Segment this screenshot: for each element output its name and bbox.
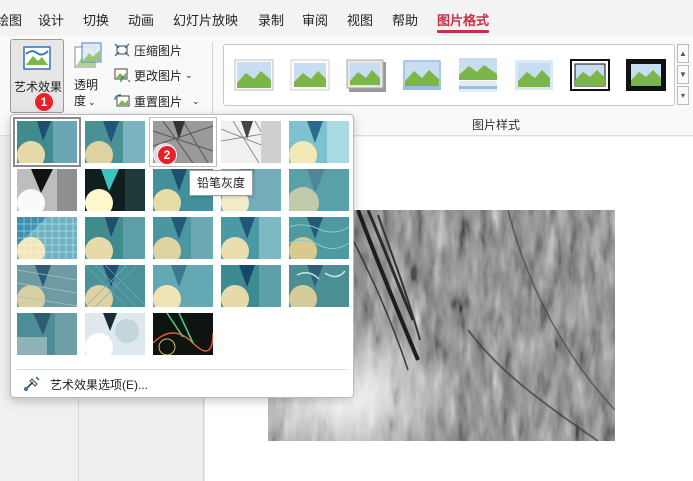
effect-tooltip: 铅笔灰度 [189,170,254,196]
change-picture-button[interactable]: 更改图片 ⌄ [114,65,193,85]
effect-none[interactable] [13,117,81,167]
effect-pencil-sketch[interactable] [221,121,281,163]
effect-line-drawing[interactable] [289,121,349,163]
reset-picture-button[interactable]: 重置图片 ⌄ [114,91,200,111]
picture-style-shadow[interactable] [346,57,386,93]
effect-mosaic-bubbles[interactable] [221,217,281,259]
picture-style-glow[interactable] [514,57,554,93]
change-picture-label: 更改图片 [134,68,183,83]
effect-glow-edges[interactable] [153,313,213,355]
tab-review[interactable]: 审阅 [302,10,328,29]
effect-crisscross-etching[interactable] [85,265,145,307]
tab-view[interactable]: 视图 [347,10,373,29]
tab-help[interactable]: 帮助 [392,10,418,29]
picture-style-thin-black-frame[interactable] [570,57,610,93]
artistic-effects-gallery: 2 艺术效果选项(E)... [10,114,354,398]
effect-film-grain[interactable] [153,217,213,259]
transparency-button[interactable]: 透明 度 ⌄ [70,42,106,108]
effect-paint-strokes[interactable] [85,169,145,211]
gallery-scroll-up-button[interactable]: ▲ [677,44,689,63]
step-badge-2: 2 [157,145,177,165]
effect-marker[interactable] [85,121,145,163]
effect-cutout[interactable] [17,313,77,355]
tab-draw[interactable]: 绘图 [0,10,22,29]
effect-watercolor-sponge[interactable] [85,217,145,259]
tab-design[interactable]: 设计 [38,10,64,29]
effect-cement[interactable] [153,265,213,307]
tab-transitions[interactable]: 切换 [83,10,109,29]
effect-blur[interactable] [289,169,349,211]
gallery-more-button[interactable]: ▾ [677,86,689,105]
effect-light-screen[interactable] [17,217,77,259]
ribbon-tab-bar: 绘图 设计 切换 动画 幻灯片放映 录制 审阅 视图 帮助 图片格式 [0,0,693,36]
effect-glass[interactable] [289,217,349,259]
transparency-label-line2: 度 ⌄ [74,94,96,108]
change-picture-icon [114,68,130,82]
active-tab-indicator [437,30,489,33]
effect-chalk-sketch[interactable] [17,169,77,211]
reset-picture-label: 重置图片 [134,94,183,109]
compress-label: 压缩图片 [134,43,183,58]
compress-pictures-button[interactable]: 压缩图片 [114,40,182,60]
tab-animations[interactable]: 动画 [128,10,154,29]
tab-slideshow[interactable]: 幻灯片放映 [173,10,238,29]
picture-style-simple-frame[interactable] [234,57,274,93]
picture-style-thick-black-frame[interactable] [626,57,666,93]
tab-picture-format[interactable]: 图片格式 [437,10,489,29]
effect-texturizer[interactable] [17,265,77,307]
reset-picture-icon [114,94,130,107]
gallery-scroll-controls: ▲ ▼ ▾ [677,44,689,106]
picture-style-reflected[interactable] [458,57,498,93]
transparency-label-line1: 透明 [74,78,99,92]
artistic-effects-options-item[interactable]: 艺术效果选项(E)... [23,373,148,395]
picture-styles-group-label: 图片样式 [472,118,521,132]
transparency-icon [74,42,102,68]
effect-photocopy[interactable] [85,313,145,355]
compress-icon [114,43,130,57]
artistic-effects-icon [23,46,51,70]
tab-record[interactable]: 录制 [258,10,284,29]
picture-style-rounded[interactable] [290,57,330,93]
brush-options-icon [24,376,40,391]
picture-style-soft-edge[interactable] [402,57,442,93]
effect-plastic-wrap[interactable] [289,265,349,307]
gallery-separator [17,369,347,370]
step-badge-1: 1 [34,92,54,112]
picture-styles-gallery [223,44,675,106]
chevron-down-icon: ⌄ [192,95,200,106]
artistic-effects-options-label: 艺术效果选项(E)... [50,377,148,392]
gallery-scroll-down-button[interactable]: ▼ [677,65,689,84]
chevron-down-icon: ⌄ [88,97,96,107]
effect-pastels-smooth[interactable] [221,265,281,307]
chevron-down-icon: ⌄ [185,69,193,80]
